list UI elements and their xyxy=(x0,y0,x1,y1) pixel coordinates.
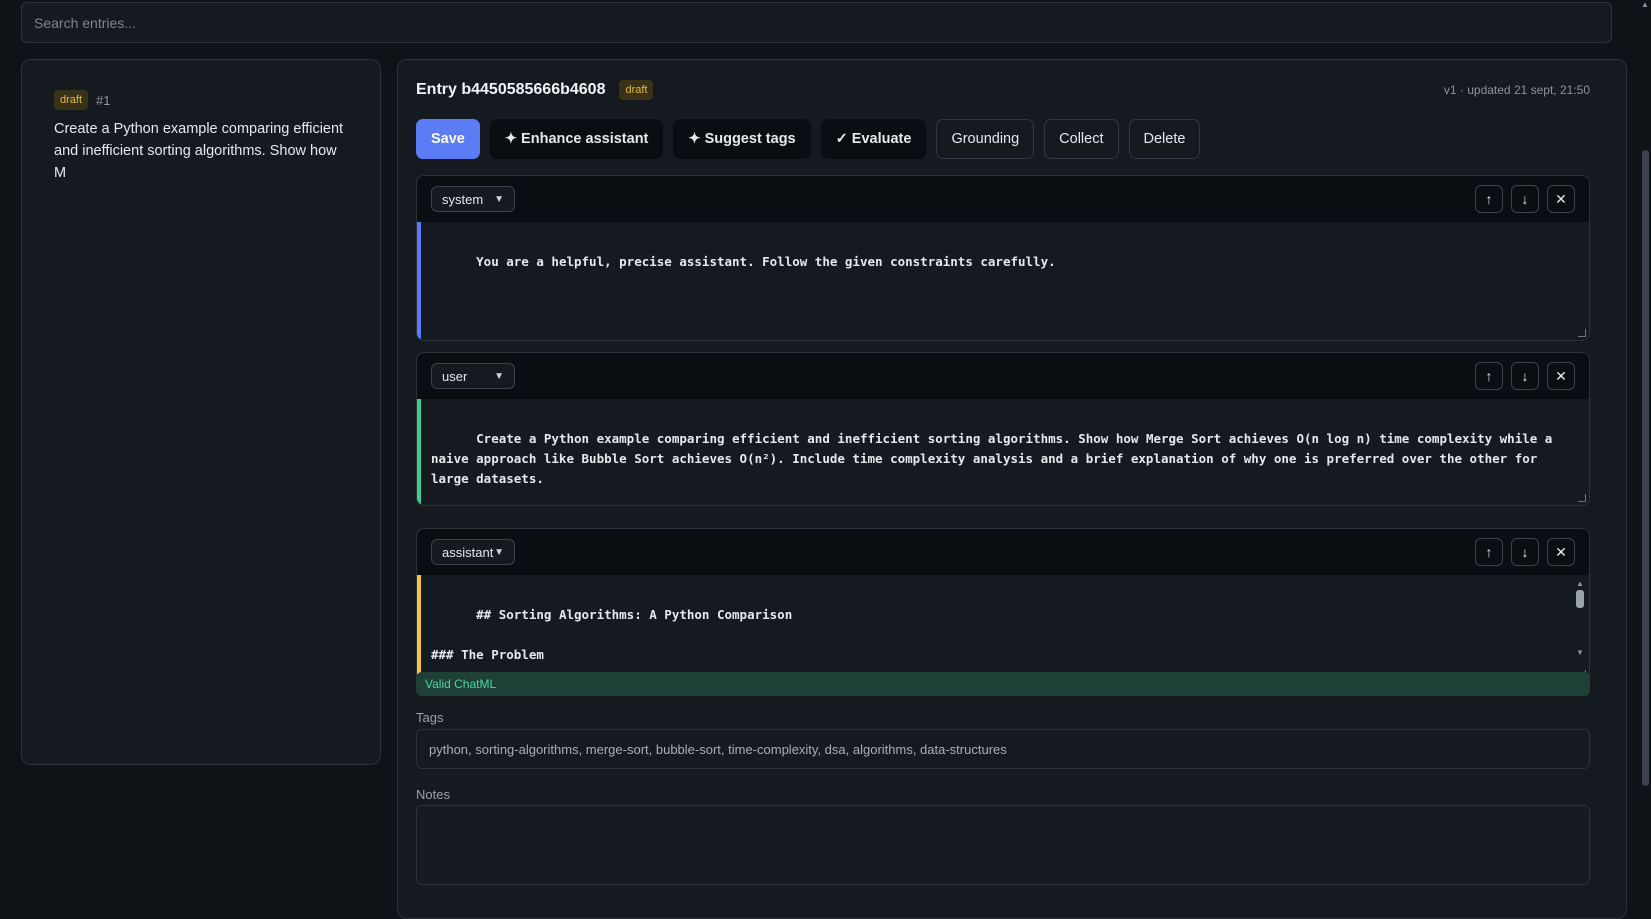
move-up-button[interactable]: ↑ xyxy=(1475,538,1503,566)
role-value: user xyxy=(442,368,468,384)
validation-text: Valid ChatML xyxy=(425,677,497,691)
move-up-button[interactable]: ↑ xyxy=(1475,185,1503,213)
message-user: user ▼ ↑ ↓ ✕ Create a Python example com… xyxy=(416,352,1590,506)
entry-list: draft #1 Create a Python example compari… xyxy=(21,59,381,765)
grounding-button[interactable]: Grounding xyxy=(936,119,1035,159)
chevron-down-icon: ▼ xyxy=(494,546,504,558)
toolbar: Save ✦ Enhance assistant ✦ Suggest tags … xyxy=(416,119,1201,159)
entry-editor: Entry b4450585666b4608 draft v1 · update… xyxy=(397,59,1627,919)
message-content[interactable]: ## Sorting Algorithms: A Python Comparis… xyxy=(417,575,1589,681)
scroll-up-icon[interactable]: ▲ xyxy=(1575,579,1585,588)
save-button[interactable]: Save xyxy=(416,119,480,159)
role-select[interactable]: system ▼ xyxy=(431,186,515,212)
resize-handle[interactable] xyxy=(1578,494,1586,502)
role-select[interactable]: assistant ▼ xyxy=(431,539,515,565)
delete-button[interactable]: Delete xyxy=(1128,119,1201,159)
entry-title: Entry b4450585666b4608 xyxy=(416,81,606,98)
entry-number: #1 xyxy=(96,92,111,108)
notes-input[interactable] xyxy=(416,805,1590,885)
message-content[interactable]: Create a Python example comparing effici… xyxy=(417,399,1589,505)
chevron-down-icon: ▼ xyxy=(494,370,504,382)
notes-label: Notes xyxy=(416,787,450,802)
tags-value: python, sorting-algorithms, merge-sort, … xyxy=(429,741,1007,757)
suggest-tags-button[interactable]: ✦ Suggest tags xyxy=(673,119,811,159)
search-input[interactable]: Search entries... xyxy=(21,2,1612,43)
page-scroll-thumb[interactable] xyxy=(1642,150,1649,786)
remove-message-button[interactable]: ✕ xyxy=(1547,362,1575,390)
updated-info: v1 · updated 21 sept, 21:50 xyxy=(1443,83,1590,97)
scroll-up-icon[interactable]: ▲ xyxy=(1641,0,1649,9)
scroll-down-icon[interactable]: ▼ xyxy=(1575,648,1585,657)
status-badge: draft xyxy=(54,90,89,110)
search-placeholder: Search entries... xyxy=(34,14,136,31)
move-down-button[interactable]: ↓ xyxy=(1511,362,1539,390)
tags-input[interactable]: python, sorting-algorithms, merge-sort, … xyxy=(416,729,1590,769)
chevron-down-icon: ▼ xyxy=(494,193,504,205)
evaluate-button[interactable]: ✓ Evaluate xyxy=(820,119,927,159)
remove-message-button[interactable]: ✕ xyxy=(1547,185,1575,213)
list-item[interactable]: draft #1 Create a Python example compari… xyxy=(54,90,344,184)
scroll-thumb[interactable] xyxy=(1576,590,1584,608)
role-value: system xyxy=(442,191,484,207)
status-badge: draft xyxy=(619,80,654,100)
collect-button[interactable]: Collect xyxy=(1044,119,1119,159)
enhance-assistant-button[interactable]: ✦ Enhance assistant xyxy=(489,119,664,159)
page-scrollbar[interactable]: ▲ xyxy=(1640,0,1651,908)
role-select[interactable]: user ▼ xyxy=(431,363,515,389)
message-system: system ▼ ↑ ↓ ✕ You are a helpful, precis… xyxy=(416,175,1590,341)
message-text: ## Sorting Algorithms: A Python Comparis… xyxy=(431,607,793,662)
textarea-scrollbar[interactable]: ▲ ▼ xyxy=(1575,579,1585,665)
remove-message-button[interactable]: ✕ xyxy=(1547,538,1575,566)
resize-handle[interactable] xyxy=(1578,329,1586,337)
message-content[interactable]: You are a helpful, precise assistant. Fo… xyxy=(417,222,1589,340)
tags-label: Tags xyxy=(416,710,444,725)
message-text: Create a Python example comparing effici… xyxy=(431,431,1560,486)
entry-snippet: Create a Python example comparing effici… xyxy=(54,121,344,181)
message-text: You are a helpful, precise assistant. Fo… xyxy=(476,254,1056,269)
move-down-button[interactable]: ↓ xyxy=(1511,185,1539,213)
move-down-button[interactable]: ↓ xyxy=(1511,538,1539,566)
move-up-button[interactable]: ↑ xyxy=(1475,362,1503,390)
message-assistant: assistant ▼ ↑ ↓ ✕ ## Sorting Algorithms:… xyxy=(416,528,1590,682)
validation-status: Valid ChatML xyxy=(416,672,1590,696)
role-value: assistant xyxy=(442,544,494,560)
